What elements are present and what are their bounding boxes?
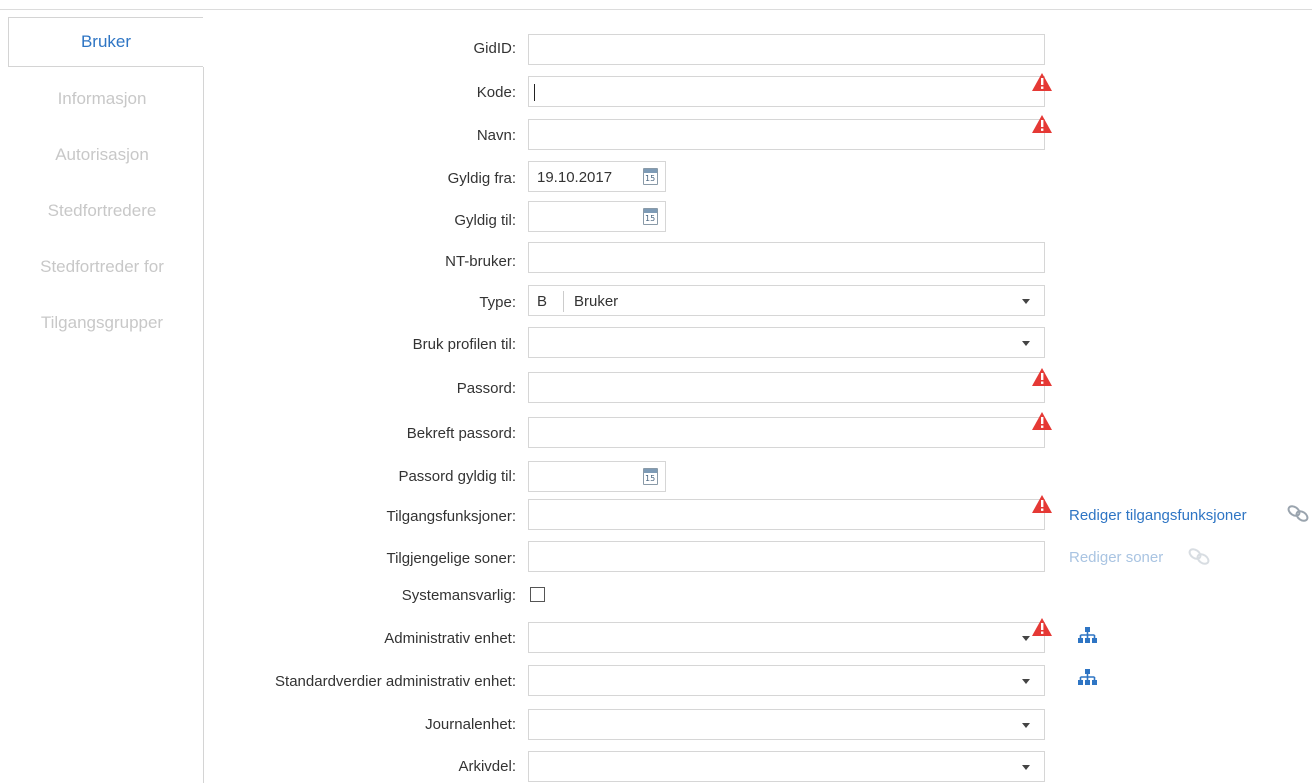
type-name: Bruker	[574, 293, 619, 310]
tab-tilgangsgrupper[interactable]: Tilgangsgrupper	[0, 308, 204, 338]
gyldig-fra-label: Gyldig fra:	[447, 170, 516, 187]
sidebar: Bruker Informasjon Autorisasjon Stedfort…	[0, 0, 204, 783]
adm-enhet-select[interactable]	[528, 622, 1045, 653]
journalenhet-select[interactable]	[528, 709, 1045, 740]
arkivdel-label: Arkivdel:	[458, 758, 516, 775]
tilgangsfunksjoner-label: Tilgangsfunksjoner:	[386, 508, 516, 525]
passord-gyldig-input[interactable]: 15	[528, 461, 666, 492]
org-tree-icon[interactable]	[1077, 668, 1097, 686]
tab-autorisasjon[interactable]: Autorisasjon	[0, 140, 204, 170]
journalenhet-label: Journalenhet:	[425, 716, 516, 733]
systemansvarlig-label: Systemansvarlig:	[401, 587, 516, 604]
navn-input[interactable]	[528, 119, 1045, 150]
gidid-label: GidID:	[473, 40, 516, 57]
rediger-soner-link[interactable]: Rediger soner	[1069, 549, 1163, 566]
warning-icon	[1032, 368, 1052, 386]
gyldig-fra-value: 19.10.2017	[537, 169, 613, 186]
gidid-input[interactable]	[528, 34, 1045, 65]
type-select[interactable]: B Bruker	[528, 285, 1045, 316]
bekreft-passord-input[interactable]	[528, 417, 1045, 448]
passord-input[interactable]	[528, 372, 1045, 403]
chevron-down-icon[interactable]	[1022, 765, 1030, 770]
gyldig-til-input[interactable]: 15	[528, 201, 666, 232]
link-chain-icon[interactable]	[1285, 502, 1311, 524]
tab-informasjon[interactable]: Informasjon	[0, 84, 204, 114]
std-adm-enhet-select[interactable]	[528, 665, 1045, 696]
type-code: B	[537, 293, 548, 310]
type-separator	[563, 291, 564, 312]
calendar-icon[interactable]: 15	[643, 208, 658, 225]
systemansvarlig-checkbox[interactable]	[530, 587, 545, 602]
kode-label: Kode:	[476, 84, 516, 101]
nt-bruker-label: NT-bruker:	[445, 253, 516, 270]
gyldig-fra-input[interactable]: 19.10.2017 15	[528, 161, 666, 192]
warning-icon	[1032, 412, 1052, 430]
tilgangsfunksjoner-input[interactable]	[528, 499, 1045, 530]
std-adm-enhet-label: Standardverdier administrativ enhet:	[275, 673, 516, 690]
kode-input[interactable]	[528, 76, 1045, 107]
gyldig-til-label: Gyldig til:	[454, 212, 516, 229]
chevron-down-icon[interactable]	[1022, 636, 1030, 641]
bruk-profilen-label: Bruk profilen til:	[412, 336, 516, 353]
warning-icon	[1032, 73, 1052, 91]
bruk-profilen-select[interactable]	[528, 327, 1045, 358]
calendar-icon[interactable]: 15	[643, 168, 658, 185]
passord-label: Passord:	[456, 380, 516, 397]
chevron-down-icon[interactable]	[1022, 299, 1030, 304]
org-tree-icon[interactable]	[1077, 626, 1097, 644]
chevron-down-icon[interactable]	[1022, 341, 1030, 346]
sidebar-divider	[203, 67, 204, 783]
warning-icon	[1032, 115, 1052, 133]
type-label: Type:	[479, 294, 516, 311]
calendar-icon[interactable]: 15	[643, 468, 658, 485]
soner-input[interactable]	[528, 541, 1045, 572]
chevron-down-icon[interactable]	[1022, 723, 1030, 728]
passord-gyldig-label: Passord gyldig til:	[398, 468, 516, 485]
nt-bruker-input[interactable]	[528, 242, 1045, 273]
rediger-tilgangsfunksjoner-link[interactable]: Rediger tilgangsfunksjoner	[1069, 507, 1247, 524]
warning-icon	[1032, 618, 1052, 636]
bekreft-passord-label: Bekreft passord:	[406, 425, 516, 442]
adm-enhet-label: Administrativ enhet:	[384, 630, 516, 647]
warning-icon	[1032, 495, 1052, 513]
navn-label: Navn:	[476, 127, 516, 144]
tab-stedfortredere[interactable]: Stedfortredere	[0, 196, 204, 226]
soner-label: Tilgjengelige soner:	[386, 550, 516, 567]
arkivdel-select[interactable]	[528, 751, 1045, 782]
tab-stedfortreder-for[interactable]: Stedfortreder for	[0, 252, 204, 282]
tab-bruker[interactable]: Bruker	[8, 17, 203, 67]
chevron-down-icon[interactable]	[1022, 679, 1030, 684]
link-chain-icon[interactable]	[1186, 545, 1212, 567]
